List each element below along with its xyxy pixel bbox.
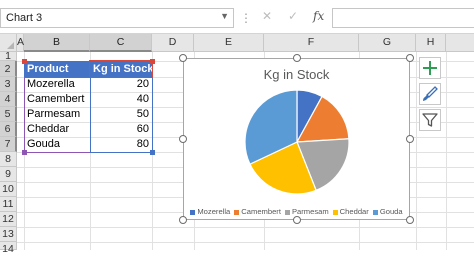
column-header-a[interactable]: A [17, 34, 24, 52]
enter-icon[interactable]: ✓ [288, 9, 298, 23]
gridline [416, 52, 417, 250]
legend-item-gouda[interactable]: Gouda [372, 207, 403, 216]
column-header-blank [446, 34, 474, 52]
legend-label: Parmesam [291, 207, 329, 216]
row-header-7[interactable]: 7 [0, 137, 17, 152]
pie-plot-area[interactable] [184, 59, 409, 219]
column-header-f[interactable]: F [264, 34, 359, 52]
range-resize-handle[interactable] [22, 59, 27, 64]
chart-resize-handle[interactable] [179, 135, 187, 143]
row-header-9[interactable]: 9 [0, 167, 17, 182]
insert-function-button[interactable]: fx [313, 9, 324, 23]
column-header-e[interactable]: E [194, 34, 264, 52]
name-box-value: Chart 3 [6, 12, 43, 24]
legend-swatch [284, 209, 290, 215]
chart-resize-handle[interactable] [293, 54, 301, 62]
row-header-4[interactable]: 4 [0, 92, 17, 107]
legend-label: Camembert [241, 207, 281, 216]
gridline [17, 242, 474, 243]
range-resize-handle[interactable] [22, 150, 27, 155]
gridline [446, 52, 447, 250]
name-box[interactable]: Chart 3 ▼ [0, 8, 234, 28]
row-header-10[interactable]: 10 [0, 182, 17, 197]
chart-resize-handle[interactable] [179, 54, 187, 62]
row-header-5[interactable]: 5 [0, 107, 17, 122]
chart-styles-icon [423, 86, 438, 101]
range-resize-handle[interactable] [150, 150, 155, 155]
row-header-12[interactable]: 12 [0, 212, 17, 227]
legend-swatch [190, 209, 196, 215]
column-header-d[interactable]: D [152, 34, 194, 52]
grip-icon: ⋮ [240, 11, 252, 25]
chart-legend[interactable]: Mozerella Camembert Parmesam Cheddar Gouda [184, 207, 409, 216]
legend-swatch [332, 209, 338, 215]
cancel-icon[interactable]: ✕ [262, 9, 272, 23]
legend-item-mozerella[interactable]: Mozerella [190, 207, 230, 216]
range-resize-handle[interactable] [150, 59, 155, 64]
legend-swatch [234, 209, 240, 215]
chart-elements-button[interactable] [419, 57, 441, 79]
formula-input[interactable] [332, 8, 474, 28]
legend-item-cheddar[interactable]: Cheddar [332, 207, 369, 216]
column-header-c[interactable]: C [90, 34, 152, 52]
legend-label: Mozerella [197, 207, 231, 216]
legend-label: Cheddar [339, 207, 369, 216]
row-header-2[interactable]: 2 [0, 61, 17, 77]
chart-resize-handle[interactable] [406, 54, 414, 62]
chevron-down-icon[interactable]: ▼ [220, 11, 229, 21]
row-header-14[interactable]: 14 [0, 242, 17, 255]
chart-resize-handle[interactable] [293, 216, 301, 224]
column-header-g[interactable]: G [359, 34, 416, 52]
chart-elements-icon [423, 61, 437, 75]
chart-resize-handle[interactable] [406, 216, 414, 224]
row-header-11[interactable]: 11 [0, 197, 17, 212]
pie-chart[interactable]: Kg in Stock Mozerella Camembert Parmesam Ch… [183, 58, 410, 220]
row-header-6[interactable]: 6 [0, 122, 17, 137]
row-header-13[interactable]: 13 [0, 227, 17, 242]
chart-resize-handle[interactable] [179, 216, 187, 224]
legend-item-parmesam[interactable]: Parmesam [284, 207, 329, 216]
formula-bar: Chart 3 ▼ ⋮ ✕ ✓ fx [0, 0, 474, 34]
row-header-8[interactable]: 8 [0, 152, 17, 167]
legend-label: Gouda [379, 207, 403, 216]
row-header-1[interactable]: 1 [0, 51, 17, 61]
chart-resize-handle[interactable] [406, 135, 414, 143]
chart-styles-button[interactable] [419, 83, 441, 105]
legend-swatch [372, 209, 378, 215]
table-header-product[interactable]: Product [24, 61, 90, 77]
select-all-icon [7, 42, 14, 49]
chart-filters-button[interactable] [419, 109, 441, 131]
values-range-highlight [90, 77, 153, 153]
gridline [17, 227, 474, 228]
series-name-range-highlight [89, 60, 153, 78]
chart-filters-icon [422, 113, 438, 127]
category-range-highlight [24, 77, 91, 153]
row-header-3[interactable]: 3 [0, 77, 17, 92]
column-header-h[interactable]: H [416, 34, 446, 52]
column-header-b[interactable]: B [24, 34, 90, 52]
legend-item-camembert[interactable]: Camembert [234, 207, 281, 216]
